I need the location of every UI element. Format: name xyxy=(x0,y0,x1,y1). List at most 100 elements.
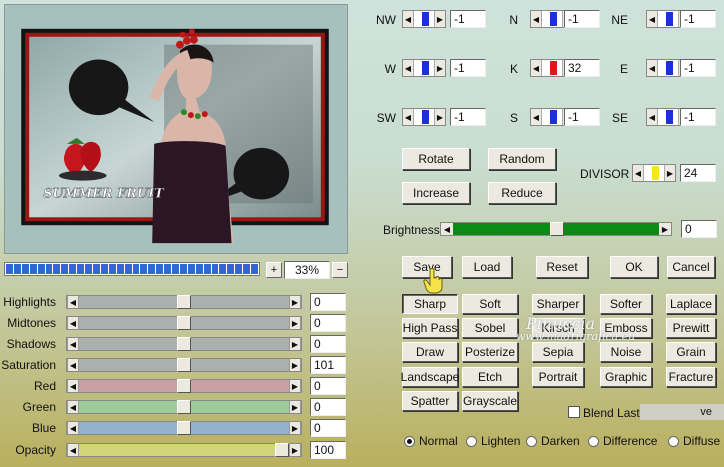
slider-value-field[interactable]: 0 xyxy=(310,314,346,332)
slider-thumb[interactable] xyxy=(177,379,191,393)
slider-value-field[interactable]: 100 xyxy=(310,441,346,459)
arrow-left-icon[interactable]: ◀ xyxy=(67,422,79,434)
preset-grayscale-button[interactable]: Grayscale xyxy=(462,391,518,411)
arrow-right-icon[interactable]: ▶ xyxy=(289,422,301,434)
arrow-left-icon[interactable]: ◀ xyxy=(403,109,413,125)
matrix-marker[interactable] xyxy=(550,61,557,75)
slider-track[interactable]: ◀ ▶ xyxy=(66,358,302,372)
preset-soft-button[interactable]: Soft xyxy=(462,294,518,314)
matrix-spinner[interactable]: ◀▶ xyxy=(402,108,446,126)
arrow-left-icon[interactable]: ◀ xyxy=(67,401,79,413)
matrix-value-field[interactable]: 32 xyxy=(564,59,600,77)
arrow-right-icon[interactable]: ▶ xyxy=(435,109,445,125)
preset-sharper-button[interactable]: Sharper xyxy=(532,294,584,314)
slider-value-field[interactable]: 0 xyxy=(310,293,346,311)
matrix-value-field[interactable]: -1 xyxy=(680,10,716,28)
arrow-right-icon[interactable]: ▶ xyxy=(289,380,301,392)
slider-track[interactable]: ◀ ▶ xyxy=(66,421,302,435)
preset-spatter-button[interactable]: Spatter xyxy=(402,391,458,411)
arrow-right-icon[interactable]: ▶ xyxy=(289,338,301,350)
preset-fracture-button[interactable]: Fracture xyxy=(666,367,716,387)
slider-thumb[interactable] xyxy=(177,295,191,309)
radio-icon[interactable] xyxy=(588,435,599,447)
matrix-spinner[interactable]: ◀▶ xyxy=(402,10,446,28)
arrow-left-icon[interactable]: ◀ xyxy=(67,359,79,371)
zoom-out-button[interactable]: − xyxy=(332,262,348,278)
brightness-slider[interactable]: ◀ ▶ xyxy=(440,222,672,236)
arrow-left-icon[interactable]: ◀ xyxy=(403,11,413,27)
arrow-left-icon[interactable]: ◀ xyxy=(67,317,79,329)
slider-thumb[interactable] xyxy=(275,443,289,457)
reset-button[interactable]: Reset xyxy=(536,256,588,278)
arrow-left-icon[interactable]: ◀ xyxy=(647,60,657,76)
arrow-left-icon[interactable]: ◀ xyxy=(633,165,643,181)
matrix-marker[interactable] xyxy=(666,12,673,26)
slider-thumb[interactable] xyxy=(177,316,191,330)
matrix-marker[interactable] xyxy=(666,110,673,124)
preset-noise-button[interactable]: Noise xyxy=(600,342,652,362)
slider-thumb[interactable] xyxy=(177,421,191,435)
matrix-value-field[interactable]: -1 xyxy=(450,108,486,126)
blend-mode-darken[interactable]: Darken xyxy=(526,434,580,448)
arrow-left-icon[interactable]: ◀ xyxy=(67,296,79,308)
arrow-right-icon[interactable]: ▶ xyxy=(659,223,671,235)
blend-mode-difference[interactable]: Difference xyxy=(588,434,657,448)
random-button[interactable]: Random xyxy=(488,148,556,170)
arrow-left-icon[interactable]: ◀ xyxy=(531,109,541,125)
blend-last-checkbox[interactable] xyxy=(568,406,580,418)
arrow-left-icon[interactable]: ◀ xyxy=(67,380,79,392)
ok-button[interactable]: OK xyxy=(610,256,658,278)
matrix-value-field[interactable]: -1 xyxy=(564,108,600,126)
arrow-right-icon[interactable]: ▶ xyxy=(289,444,301,456)
slider-track[interactable]: ◀ ▶ xyxy=(66,337,302,351)
blend-mode-lighten[interactable]: Lighten xyxy=(466,434,520,448)
preset-softer-button[interactable]: Softer xyxy=(600,294,652,314)
slider-value-field[interactable]: 0 xyxy=(310,419,346,437)
preset-draw-button[interactable]: Draw xyxy=(402,342,458,362)
blend-mode-normal[interactable]: Normal xyxy=(404,434,458,448)
reduce-button[interactable]: Reduce xyxy=(488,182,556,204)
cancel-button[interactable]: Cancel xyxy=(667,256,715,278)
arrow-left-icon[interactable]: ◀ xyxy=(67,444,79,456)
arrow-left-icon[interactable]: ◀ xyxy=(403,60,413,76)
radio-icon[interactable] xyxy=(466,435,477,447)
preset-high-pass-button[interactable]: High Pass xyxy=(402,318,458,338)
preset-sobel-button[interactable]: Sobel xyxy=(462,318,518,338)
matrix-marker[interactable] xyxy=(550,110,557,124)
brightness-thumb[interactable] xyxy=(550,222,564,236)
matrix-marker[interactable] xyxy=(550,12,557,26)
preset-graphic-button[interactable]: Graphic xyxy=(600,367,652,387)
matrix-value-field[interactable]: -1 xyxy=(450,59,486,77)
divisor-marker[interactable] xyxy=(652,166,659,180)
slider-track[interactable]: ◀ ▶ xyxy=(66,443,302,457)
divisor-field[interactable]: 24 xyxy=(680,164,716,182)
radio-icon[interactable] xyxy=(668,435,679,447)
arrow-left-icon[interactable]: ◀ xyxy=(647,109,657,125)
preset-grain-button[interactable]: Grain xyxy=(666,342,716,362)
preset-landscape-button[interactable]: Landscape xyxy=(401,367,459,387)
slider-value-field[interactable]: 0 xyxy=(310,335,346,353)
matrix-marker[interactable] xyxy=(666,61,673,75)
increase-button[interactable]: Increase xyxy=(402,182,470,204)
radio-icon[interactable] xyxy=(404,435,415,447)
arrow-right-icon[interactable]: ▶ xyxy=(289,359,301,371)
divisor-spinner[interactable]: ◀ ▶ xyxy=(632,164,676,182)
arrow-right-icon[interactable]: ▶ xyxy=(665,165,675,181)
preset-posterize-button[interactable]: Posterize xyxy=(462,342,518,362)
slider-value-field[interactable]: 0 xyxy=(310,377,346,395)
zoom-in-button[interactable]: + xyxy=(266,262,282,278)
preset-sepia-button[interactable]: Sepia xyxy=(532,342,584,362)
preset-etch-button[interactable]: Etch xyxy=(462,367,518,387)
arrow-right-icon[interactable]: ▶ xyxy=(435,11,445,27)
zoom-field[interactable]: 33% xyxy=(284,261,330,279)
arrow-left-icon[interactable]: ◀ xyxy=(531,60,541,76)
arrow-left-icon[interactable]: ◀ xyxy=(67,338,79,350)
slider-thumb[interactable] xyxy=(177,358,191,372)
blend-mode-diffuse[interactable]: Diffuse xyxy=(668,434,720,448)
brightness-field[interactable]: 0 xyxy=(681,220,717,238)
arrow-right-icon[interactable]: ▶ xyxy=(289,317,301,329)
slider-track[interactable]: ◀ ▶ xyxy=(66,295,302,309)
matrix-marker[interactable] xyxy=(422,61,429,75)
matrix-value-field[interactable]: -1 xyxy=(450,10,486,28)
slider-thumb[interactable] xyxy=(177,337,191,351)
